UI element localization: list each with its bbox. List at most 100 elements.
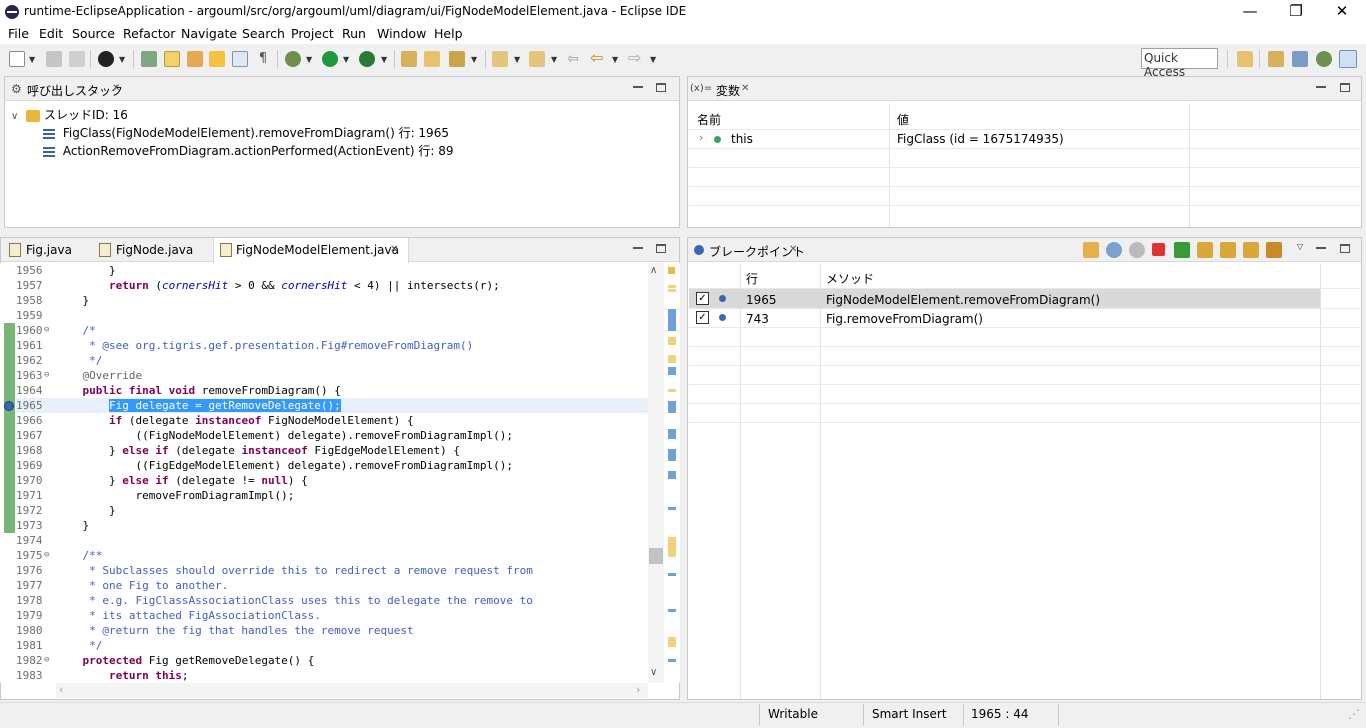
overview-marker[interactable] <box>668 401 676 413</box>
open-resource-icon[interactable] <box>187 51 203 67</box>
code-text[interactable]: * its attached FigAssociationClass. <box>56 608 321 623</box>
last-edit-icon[interactable]: ⇦ <box>567 51 583 67</box>
overview-marker[interactable] <box>668 449 676 461</box>
menu-navigate[interactable]: Navigate <box>181 26 237 41</box>
horizontal-scrollbar[interactable]: ‹ › <box>56 683 648 698</box>
overview-marker[interactable] <box>668 337 676 345</box>
chevron-down-icon[interactable]: ▼ <box>471 55 477 64</box>
code-text[interactable]: /** <box>56 548 103 563</box>
menu-refactor[interactable]: Refactor <box>123 26 175 41</box>
maximize-panel-icon[interactable] <box>656 244 666 253</box>
vertical-scrollbar[interactable]: ∧ ∨ <box>648 263 664 683</box>
code-text[interactable]: ((FigNodeModelElement) delegate).removeF… <box>56 428 513 443</box>
code-line[interactable]: 1966 if (delegate instanceof FigNodeMode… <box>0 413 648 428</box>
thread-row[interactable]: ∨ スレッドID: 16 <box>11 106 128 124</box>
code-text[interactable]: * Subclasses should override this to red… <box>56 563 533 578</box>
tab-fig-java[interactable]: Fig.java <box>1 238 79 262</box>
code-line[interactable]: 1978 * e.g. FigClassAssociationClass use… <box>0 593 648 608</box>
profile-icon[interactable] <box>98 51 114 67</box>
link-with-debug-icon[interactable] <box>1106 242 1122 258</box>
show-whitespace-icon[interactable]: ¶ <box>255 51 271 67</box>
close-icon[interactable]: ✕ <box>789 244 797 255</box>
code-text[interactable]: } <box>56 263 116 278</box>
code-text[interactable]: return this; <box>56 668 189 683</box>
variable-value[interactable]: FigClass (id = 1675174935) <box>897 132 1064 146</box>
column-header-method[interactable]: メソッド <box>826 270 874 287</box>
code-line[interactable]: 1964 public final void removeFromDiagram… <box>0 383 648 398</box>
search-tool-icon[interactable] <box>449 51 465 67</box>
debug-perspective-icon[interactable] <box>1316 51 1332 67</box>
warning-marker[interactable] <box>668 267 675 274</box>
column-header-line[interactable]: 行 <box>746 270 758 287</box>
stack-frame-row[interactable]: ActionRemoveFromDiagram.actionPerformed(… <box>43 142 453 160</box>
open-type-icon[interactable] <box>141 51 157 67</box>
step-over-icon[interactable] <box>1220 242 1236 258</box>
chevron-down-icon[interactable]: ∨ <box>11 111 18 122</box>
breakpoint-method[interactable]: FigNodeModelElement.removeFromDiagram() <box>826 293 1100 307</box>
code-text[interactable]: } else if (delegate != null) { <box>56 473 308 488</box>
tab-callstack[interactable]: 呼び出しスタック <box>27 82 123 104</box>
overview-marker[interactable] <box>668 309 676 331</box>
overview-marker[interactable] <box>668 637 676 647</box>
resource-perspective-icon[interactable] <box>1339 50 1357 68</box>
code-text[interactable]: * one Fig to another. <box>56 578 228 593</box>
close-icon[interactable]: ✕ <box>390 244 398 255</box>
code-text[interactable]: } <box>56 503 116 518</box>
overview-marker[interactable] <box>668 471 676 479</box>
overview-marker[interactable] <box>668 659 676 662</box>
code-text[interactable]: } else if (delegate instanceof FigEdgeMo… <box>56 443 460 458</box>
code-text[interactable]: } <box>56 293 89 308</box>
breakpoint-checkbox[interactable]: ✓ <box>696 292 709 305</box>
code-line[interactable]: 1975 ⊖ /** <box>0 548 648 563</box>
menu-search[interactable]: Search <box>242 26 285 41</box>
code-text[interactable]: */ <box>56 353 102 368</box>
code-line[interactable]: 1960 ⊖ /* <box>0 323 648 338</box>
fold-toggle-icon[interactable]: ⊖ <box>44 323 49 338</box>
resume-icon[interactable] <box>1174 242 1190 258</box>
prev-annotation-icon[interactable] <box>529 51 545 67</box>
restore-button[interactable]: ❐ <box>1273 0 1319 24</box>
next-annotation-icon[interactable] <box>492 51 508 67</box>
skip-breakpoints-icon[interactable] <box>1129 242 1145 258</box>
code-line[interactable]: 1982 ⊖ protected Fig getRemoveDelegate() … <box>0 653 648 668</box>
minimize-panel-icon[interactable] <box>1316 247 1326 249</box>
stack-frame-row[interactable]: FigClass(FigNodeModelElement).removeFrom… <box>43 124 449 142</box>
code-line[interactable]: 1961 * @see org.tigris.gef.presentation.… <box>0 338 648 353</box>
code-line[interactable]: 1983 return this; <box>0 668 648 683</box>
overview-marker[interactable] <box>668 573 676 576</box>
chevron-right-icon[interactable]: › <box>636 683 640 696</box>
maximize-panel-icon[interactable] <box>1340 244 1350 253</box>
new-icon[interactable] <box>9 51 25 67</box>
overview-marker[interactable] <box>668 389 676 392</box>
overview-marker[interactable] <box>668 289 676 292</box>
overview-marker[interactable] <box>668 609 676 612</box>
menu-run[interactable]: Run <box>342 26 366 41</box>
code-line[interactable]: 1956 } <box>0 263 648 278</box>
code-text[interactable]: /* <box>56 323 96 338</box>
code-text[interactable]: */ <box>56 638 102 653</box>
chevron-up-icon[interactable]: ∧ <box>650 265 657 276</box>
overview-marker[interactable] <box>668 429 676 439</box>
open-folder-icon[interactable] <box>424 51 440 67</box>
code-text[interactable]: Fig delegate = getRemoveDelegate(); <box>56 398 341 413</box>
breakpoint-line[interactable]: 1965 <box>746 293 777 307</box>
code-line[interactable]: 1968 } else if (delegate instanceof FigE… <box>0 443 648 458</box>
menu-window[interactable]: Window <box>377 26 426 41</box>
column-header-value[interactable]: 値 <box>897 111 909 128</box>
code-editor[interactable]: 1956 } 1957 return (cornersHit > 0 && cor… <box>0 263 680 683</box>
coverage-icon[interactable] <box>359 51 375 67</box>
fold-toggle-icon[interactable]: ⊖ <box>44 368 49 383</box>
code-line[interactable]: 1973 } <box>0 518 648 533</box>
menu-source[interactable]: Source <box>72 26 115 41</box>
code-line[interactable]: 1979 * its attached FigAssociationClass. <box>0 608 648 623</box>
chevron-down-icon[interactable]: ▼ <box>514 55 520 64</box>
code-line[interactable]: 1974 <box>0 533 648 548</box>
task-list-icon[interactable] <box>232 51 248 67</box>
code-line[interactable]: 1971 removeFromDiagramImpl(); <box>0 488 648 503</box>
minimize-button[interactable]: — <box>1227 0 1273 24</box>
minimize-panel-icon[interactable] <box>633 86 643 88</box>
breakpoint-icon[interactable] <box>4 401 14 411</box>
chevron-down-icon[interactable]: ▼ <box>650 55 656 64</box>
save-all-icon[interactable] <box>69 51 85 67</box>
chevron-down-icon[interactable]: ▼ <box>551 55 557 64</box>
